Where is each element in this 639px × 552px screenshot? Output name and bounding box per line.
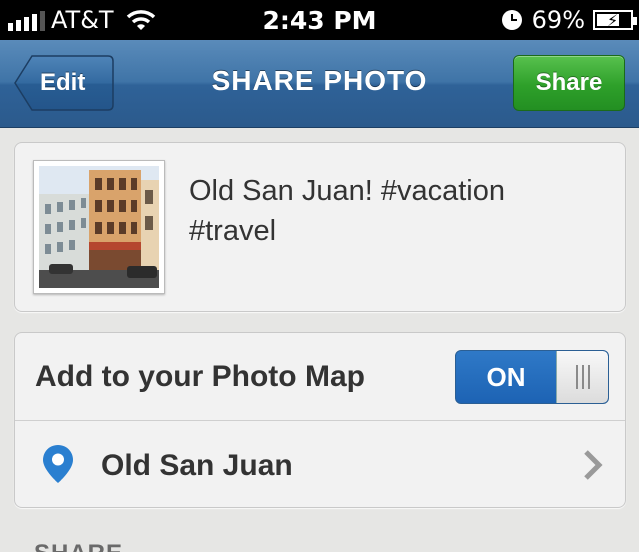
share-button[interactable]: Share [513, 55, 625, 111]
photo-map-label: Add to your Photo Map [35, 360, 365, 393]
nav-bar: Edit SHARE PHOTO Share [0, 40, 639, 128]
edit-label: Edit [40, 69, 86, 96]
photo-map-row: Add to your Photo Map ON [15, 333, 625, 421]
caption-text[interactable]: Old San Juan! #vacation #travel [189, 171, 599, 251]
battery-percent: 69% [531, 6, 585, 34]
chevron-right-icon [583, 449, 603, 486]
map-pin-icon [41, 444, 75, 489]
page-title: SHARE PHOTO [211, 65, 428, 96]
location-name: Old San Juan [101, 449, 293, 482]
share-section-header: SHARE [34, 540, 123, 552]
battery-icon: ⚡ [593, 10, 637, 30]
caption-card: Old San Juan! #vacation #travel [14, 142, 626, 312]
photo-thumbnail[interactable] [33, 160, 165, 294]
location-row[interactable]: Old San Juan [15, 421, 625, 509]
status-right: 69% ⚡ [501, 6, 637, 34]
clock-icon [501, 10, 522, 30]
photo-map-card: Add to your Photo Map ON Old San Juan [14, 332, 626, 508]
toggle-knob[interactable] [556, 351, 608, 403]
photo-map-toggle[interactable]: ON [455, 350, 609, 404]
edit-back-button[interactable]: Edit [14, 55, 114, 111]
status-bar: AT&T 2:43 PM 69% ⚡ [0, 0, 639, 40]
toggle-on-label: ON [486, 362, 526, 392]
